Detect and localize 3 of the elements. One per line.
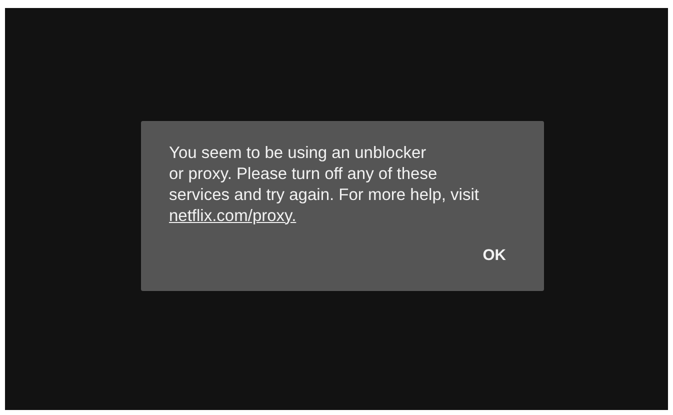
help-link[interactable]: netflix.com/proxy. — [169, 206, 296, 224]
message-text: You seem to be using an unblocker or proxy. Please turn off any of these services and try again. For more help, visit netflix.com/proxy. — [169, 142, 480, 226]
ok-button[interactable]: OK — [472, 240, 516, 270]
